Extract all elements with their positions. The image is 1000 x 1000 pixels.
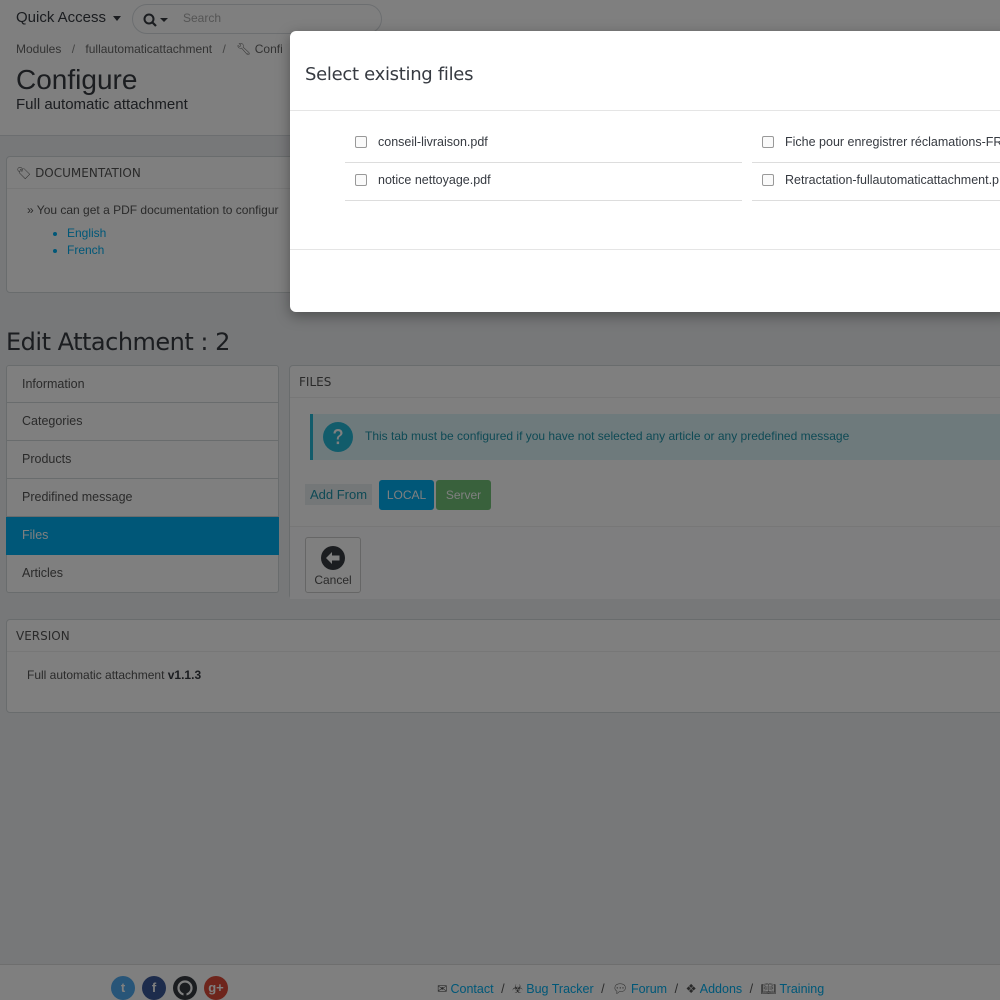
- file-checkbox[interactable]: [355, 174, 367, 186]
- file-item[interactable]: Fiche pour enregistrer réclamations-FR: [752, 125, 1000, 163]
- modal-footer-divider: [290, 249, 1000, 250]
- file-name: Retractation-fullautomaticattachment.p: [785, 173, 999, 187]
- modal-divider: [290, 110, 1000, 111]
- file-item[interactable]: notice nettoyage.pdf: [345, 163, 742, 201]
- file-checkbox[interactable]: [762, 136, 774, 148]
- file-name: Fiche pour enregistrer réclamations-FR: [785, 135, 1000, 149]
- file-checkbox[interactable]: [762, 174, 774, 186]
- file-name: notice nettoyage.pdf: [378, 173, 491, 187]
- file-name: conseil-livraison.pdf: [378, 135, 488, 149]
- file-checkbox[interactable]: [355, 136, 367, 148]
- file-item[interactable]: conseil-livraison.pdf: [345, 125, 742, 163]
- file-item[interactable]: Retractation-fullautomaticattachment.p: [752, 163, 1000, 201]
- select-files-modal: Select existing files conseil-livraison.…: [290, 31, 1000, 312]
- modal-title: Select existing files: [305, 64, 474, 85]
